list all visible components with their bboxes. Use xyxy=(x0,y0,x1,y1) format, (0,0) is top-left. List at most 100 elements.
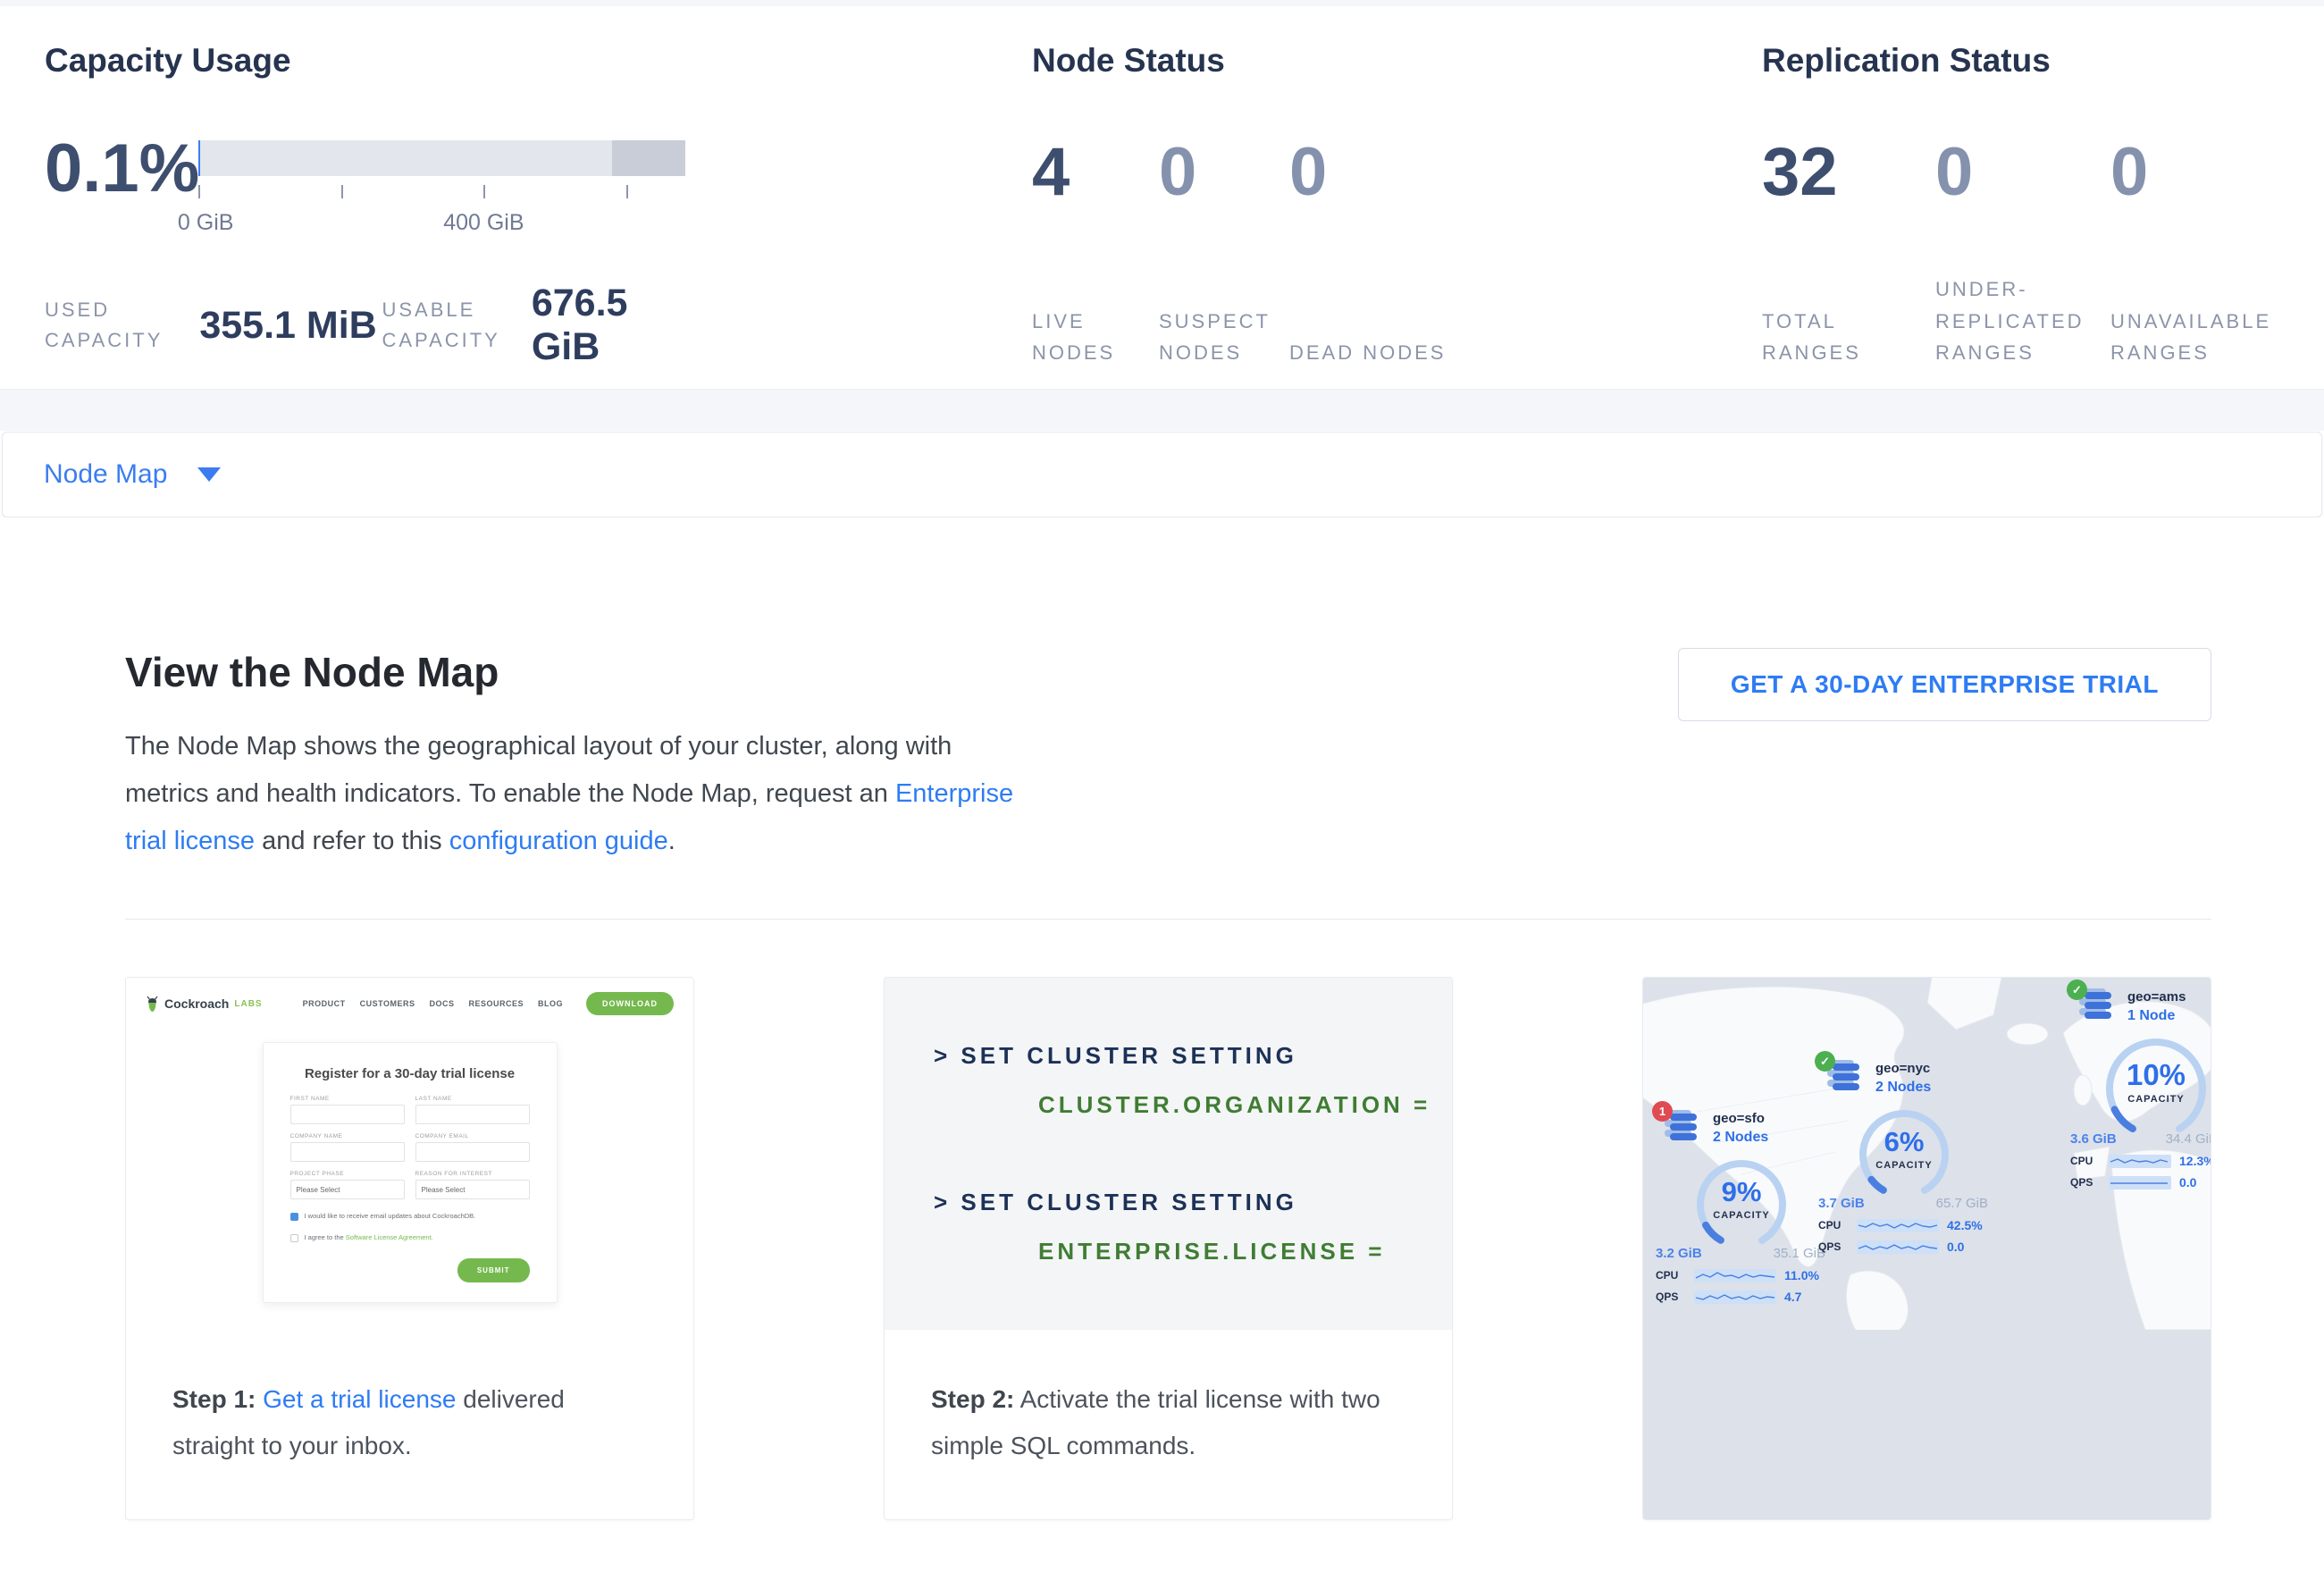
qps-value: 4.7 xyxy=(1784,1290,1801,1304)
qps-value: 0.0 xyxy=(1947,1240,1964,1254)
capacity-bar-used-segment xyxy=(198,140,200,176)
locality-node-count: 2 Nodes xyxy=(1713,1130,1768,1146)
license-agreement-label: I agree to the Software License Agreemen… xyxy=(305,1233,433,1241)
cluster-overview-page: Capacity Usage 0.1% 0 GiB 400 GiB USED C… xyxy=(0,0,2324,1589)
node-status-section: Node Status 4 0 0 LIVE NODES SUSPECT NOD… xyxy=(1032,6,1497,389)
view-selector-label[interactable]: Node Map xyxy=(44,459,167,490)
replication-status-section: Replication Status 32 0 0 TOTAL RANGES U… xyxy=(1762,6,2298,389)
configuration-guide-link[interactable]: configuration guide xyxy=(449,827,668,855)
step2-label: Step 2: xyxy=(931,1385,1014,1413)
qps-value: 0.0 xyxy=(2179,1175,2196,1190)
total-ranges-value: 32 xyxy=(1762,139,1935,206)
qps-sparkline-chart xyxy=(1857,1240,1939,1254)
field-label: COMPANY NAME xyxy=(290,1133,405,1139)
locality-name: geo=sfo xyxy=(1713,1111,1768,1126)
replication-labels: TOTAL RANGES UNDER-REPLICATED RANGES UNA… xyxy=(1762,256,2289,368)
locality-name: geo=nyc xyxy=(1875,1061,1931,1076)
step2-card: > SET CLUSTER SETTING CLUSTER.ORGANIZATI… xyxy=(884,977,1453,1520)
axis-tick xyxy=(198,185,200,198)
field-label: COMPANY EMAIL xyxy=(415,1133,530,1139)
page-title: View the Node Map xyxy=(125,648,1019,696)
axis-tick xyxy=(483,185,485,198)
used-capacity-label: USED CAPACITY xyxy=(45,295,185,356)
capacity-label: CAPACITY xyxy=(1850,1160,1958,1171)
replication-status-title: Replication Status xyxy=(1762,6,2298,80)
trial-license-form: Register for a 30-day trial license FIRS… xyxy=(263,1042,558,1303)
capacity-label: CAPACITY xyxy=(1688,1210,1795,1221)
qps-sparkline-chart xyxy=(2109,1176,2171,1190)
sql-command: > SET CLUSTER SETTING xyxy=(885,1042,1452,1070)
step3-caption: Step 3: Follow this guide to configure l… xyxy=(1643,1519,2211,1520)
unavailable-label: UNAVAILABLE RANGES xyxy=(2110,306,2289,368)
promo-description: The Node Map shows the geographical layo… xyxy=(125,723,1019,865)
mini-nav-docs: DOCS xyxy=(429,999,454,1008)
node-map-promo: View the Node Map The Node Map shows the… xyxy=(0,517,2324,1520)
step1-card: Cockroach LABS PRODUCT CUSTOMERS DOCS RE… xyxy=(125,977,694,1520)
qps-sparkline-chart xyxy=(1694,1291,1776,1304)
step1-thumbnail: Cockroach LABS PRODUCT CUSTOMERS DOCS RE… xyxy=(126,978,693,1330)
step3-thumbnail: 1 geo=sfo 2 Nodes xyxy=(1643,978,2211,1519)
chevron-down-icon xyxy=(197,467,221,482)
node-status-values: 4 0 0 xyxy=(1032,139,1450,206)
capacity-percent: 10% xyxy=(2097,1058,2211,1092)
qps-label: QPS xyxy=(1818,1240,1849,1253)
logo-text: Cockroach xyxy=(164,996,229,1011)
under-replicated-label: UNDER-REPLICATED RANGES xyxy=(1935,273,2110,368)
description-text: The Node Map shows the geographical layo… xyxy=(125,732,952,808)
cpu-value: 11.0% xyxy=(1784,1268,1819,1282)
capacity-label: CAPACITY xyxy=(2097,1094,2211,1105)
dead-nodes-value: 0 xyxy=(1289,139,1450,206)
mini-nav-blog: BLOG xyxy=(538,999,563,1008)
enterprise-trial-button[interactable]: GET A 30-DAY ENTERPRISE TRIAL xyxy=(1678,648,2211,721)
step1-label: Step 1: xyxy=(172,1385,256,1413)
cpu-sparkline-chart xyxy=(1694,1269,1776,1282)
cpu-label: CPU xyxy=(1656,1269,1686,1282)
total-ranges-label: TOTAL RANGES xyxy=(1762,306,1935,368)
usable-capacity-value: 676.5 GiB xyxy=(532,282,706,369)
description-text: . xyxy=(668,827,675,855)
axis-tick-label: 0 GiB xyxy=(178,210,234,236)
sql-command: > SET CLUSTER SETTING xyxy=(885,1189,1452,1216)
replication-values: 32 0 0 xyxy=(1762,139,2289,206)
view-selector[interactable]: Node Map xyxy=(2,432,2322,517)
sql-snippet: > SET CLUSTER SETTING CLUSTER.ORGANIZATI… xyxy=(885,978,1452,1330)
axis-tick xyxy=(626,185,628,198)
description-text: and refer to this xyxy=(255,827,449,855)
capacity-percent: 6% xyxy=(1850,1126,1958,1158)
email-updates-label: I would like to receive email updates ab… xyxy=(305,1212,476,1220)
mini-nav-resources: RESOURCES xyxy=(468,999,524,1008)
company-email-field xyxy=(415,1142,530,1162)
cpu-value: 42.5% xyxy=(1947,1218,1983,1232)
cpu-label: CPU xyxy=(2070,1155,2101,1167)
cluster-summary-panel: Capacity Usage 0.1% 0 GiB 400 GiB USED C… xyxy=(0,6,2324,390)
mini-nav-product: PRODUCT xyxy=(303,999,346,1008)
used-capacity-value: 355.1 MiB xyxy=(199,304,382,348)
get-trial-license-link[interactable]: Get a trial license xyxy=(263,1385,456,1413)
cpu-label: CPU xyxy=(1818,1219,1849,1232)
form-title: Register for a 30-day trial license xyxy=(290,1066,530,1081)
locality-node-count: 2 Nodes xyxy=(1875,1080,1931,1096)
axis-tick-label: 400 GiB xyxy=(443,210,524,236)
live-nodes-label: LIVE NODES xyxy=(1032,306,1159,368)
top-strip xyxy=(0,0,2324,6)
locality-node-count: 1 Node xyxy=(2127,1008,2186,1024)
logo-sub-text: LABS xyxy=(234,999,262,1009)
step1-caption: Step 1: Get a trial license delivered st… xyxy=(126,1330,693,1469)
node-status-labels: LIVE NODES SUSPECT NODES DEAD NODES xyxy=(1032,256,1450,368)
last-name-field xyxy=(415,1105,530,1124)
qps-label: QPS xyxy=(2070,1176,2101,1189)
mini-submit-button: SUBMIT xyxy=(457,1258,530,1282)
project-phase-select: Please Select xyxy=(290,1180,405,1199)
step2-caption: Step 2: Activate the trial license with … xyxy=(885,1330,1452,1469)
license-agreement-checkbox xyxy=(290,1234,298,1242)
unavailable-value: 0 xyxy=(2110,139,2289,206)
mini-nav-customers: CUSTOMERS xyxy=(360,999,415,1008)
axis-tick xyxy=(341,185,343,198)
section-divider xyxy=(125,919,2211,920)
field-label: PROJECT PHASE xyxy=(290,1171,405,1177)
cpu-sparkline-chart xyxy=(2109,1155,2171,1168)
capacity-usage-title: Capacity Usage xyxy=(45,6,706,80)
cpu-value: 12.3% xyxy=(2179,1154,2211,1168)
suspect-nodes-value: 0 xyxy=(1159,139,1289,206)
capacity-gauge: 6% CAPACITY xyxy=(1850,1101,1958,1194)
